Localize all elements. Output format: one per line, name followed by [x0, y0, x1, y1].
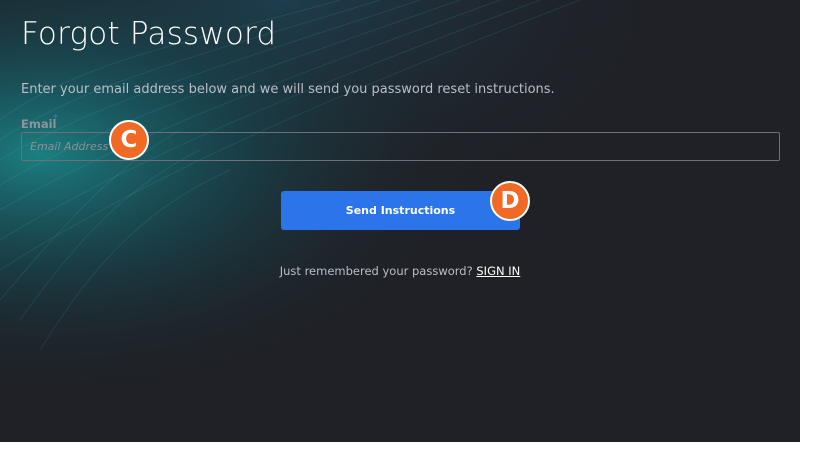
send-instructions-button[interactable]: Send Instructions: [281, 191, 520, 230]
forgot-password-panel: Forgot Password Enter your email address…: [0, 0, 800, 442]
signin-prompt: Just remembered your password?: [279, 264, 473, 278]
signin-link[interactable]: SIGN IN: [476, 264, 520, 278]
callout-badge-c: C: [109, 120, 149, 160]
callout-badge-d: D: [490, 181, 530, 221]
email-label: Email: [21, 117, 57, 131]
required-marker: *: [53, 113, 58, 124]
page-title: Forgot Password: [21, 16, 277, 52]
page-subtitle: Enter your email address below and we wi…: [21, 82, 555, 97]
signin-row: Just remembered your password? SIGN IN: [0, 264, 800, 278]
